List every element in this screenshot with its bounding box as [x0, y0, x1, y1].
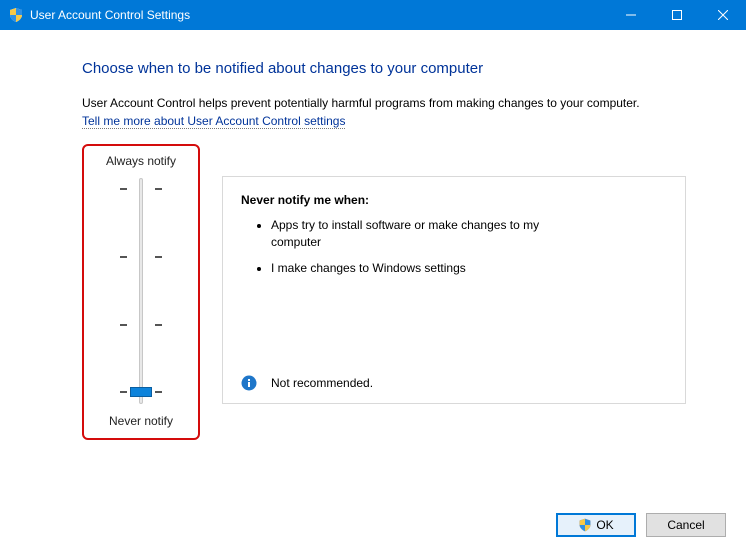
info-footer-text: Not recommended.: [271, 376, 373, 390]
uac-shield-icon: [8, 7, 24, 23]
slider-ticks: [120, 178, 162, 404]
cancel-button[interactable]: Cancel: [646, 513, 726, 537]
notification-slider[interactable]: [84, 178, 198, 404]
dialog-buttons: OK Cancel: [556, 513, 726, 537]
minimize-button[interactable]: [608, 0, 654, 30]
info-icon: [241, 375, 257, 391]
info-panel: Never notify me when: Apps try to instal…: [222, 176, 686, 404]
ok-button-label: OK: [596, 518, 613, 532]
titlebar: User Account Control Settings: [0, 0, 746, 30]
slider-label-bottom: Never notify: [109, 414, 173, 428]
slider-thumb[interactable]: [130, 387, 152, 397]
page-heading: Choose when to be notified about changes…: [82, 60, 686, 77]
maximize-button[interactable]: [654, 0, 700, 30]
page-description: User Account Control helps prevent poten…: [82, 95, 686, 112]
notification-slider-group: Always notify Never notify: [82, 144, 200, 440]
info-panel-title: Never notify me when:: [241, 193, 667, 207]
info-bullet: I make changes to Windows settings: [271, 260, 571, 277]
info-panel-list: Apps try to install software or make cha…: [241, 217, 667, 277]
close-button[interactable]: [700, 0, 746, 30]
uac-shield-icon: [578, 518, 592, 532]
window-title: User Account Control Settings: [30, 8, 190, 22]
info-bullet: Apps try to install software or make cha…: [271, 217, 571, 251]
help-link[interactable]: Tell me more about User Account Control …: [82, 114, 345, 129]
cancel-button-label: Cancel: [667, 518, 704, 532]
ok-button[interactable]: OK: [556, 513, 636, 537]
slider-label-top: Always notify: [106, 154, 176, 168]
window-body: Choose when to be notified about changes…: [0, 30, 746, 553]
